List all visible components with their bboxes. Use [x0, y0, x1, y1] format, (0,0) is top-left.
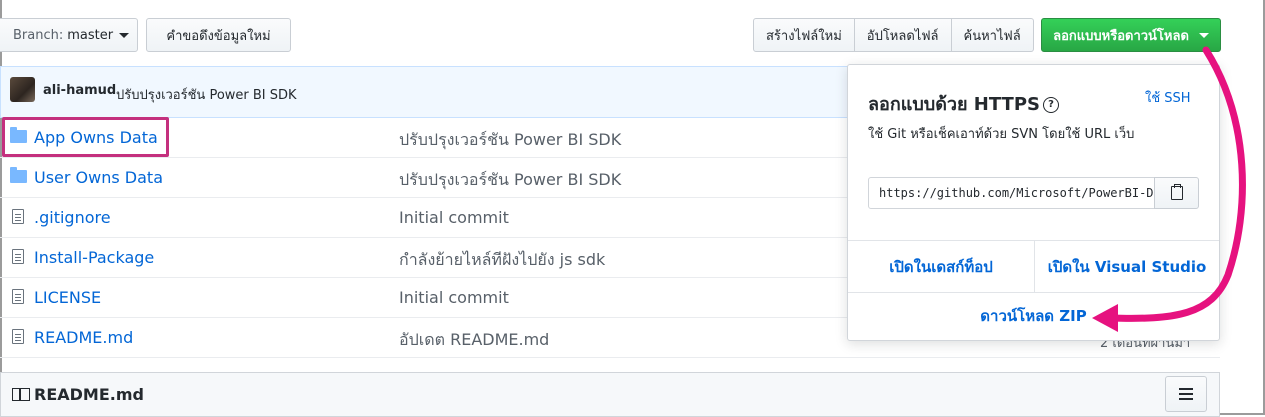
- dropdown-title-text: ลอกแบบด้วย HTTPS: [868, 94, 1040, 115]
- upload-files-button[interactable]: อัปโหลดไฟล์: [854, 18, 952, 52]
- file-commit-message[interactable]: ปรับปรุงเวอร์ชัน Power BI SDK: [399, 128, 621, 153]
- highlight-box: [2, 117, 169, 157]
- file-commit-message[interactable]: อัปเดต README.md: [399, 328, 549, 353]
- readme-menu-button[interactable]: [1165, 376, 1207, 412]
- file-type-icon: [10, 249, 24, 265]
- file-type-icon: [10, 289, 24, 305]
- open-options: เปิดในเดสก์ท็อป เปิดใน Visual Studio: [848, 240, 1219, 293]
- hamburger-line: [1179, 393, 1193, 395]
- clone-dropdown: ลอกแบบด้วย HTTPS? ใช้ SSH ใช้ Git หรือเช…: [847, 64, 1220, 341]
- hamburger-line: [1179, 398, 1193, 400]
- file-commit-message[interactable]: กำลังย้ายไหล์ทีฝังไปยัง js sdk: [399, 248, 605, 273]
- file-name-link[interactable]: User Owns Data: [34, 168, 163, 187]
- file-type-icon: [10, 329, 24, 345]
- file-name-link[interactable]: README.md: [34, 328, 133, 347]
- create-file-button[interactable]: สร้างไฟล์ใหม่: [753, 18, 855, 52]
- file-commit-message[interactable]: Initial commit: [399, 288, 509, 307]
- use-ssh-link[interactable]: ใช้ SSH: [1145, 87, 1191, 108]
- clone-download-button[interactable]: ลอกแบบหรือดาวน์โหลด: [1041, 18, 1221, 52]
- file-type-icon: [10, 167, 27, 183]
- caret-down-icon: [1198, 32, 1209, 38]
- commit-author[interactable]: ali-hamud: [43, 83, 116, 98]
- hamburger-line: [1179, 388, 1193, 390]
- file-actions-group: สร้างไฟล์ใหม่ อัปโหลดไฟล์ ค้นหาไฟล์: [753, 18, 1034, 52]
- file-icon: [12, 209, 24, 224]
- file-name-link[interactable]: .gitignore: [34, 208, 111, 227]
- file-icon: [12, 249, 24, 264]
- branch-selector[interactable]: Branch: master: [0, 18, 138, 52]
- open-vs-prefix: เปิดใน: [1047, 257, 1095, 276]
- dropdown-title: ลอกแบบด้วย HTTPS?: [868, 89, 1059, 118]
- open-desktop-button[interactable]: เปิดในเดสก์ท็อป: [848, 241, 1035, 292]
- folder-icon: [10, 167, 27, 183]
- file-commit-message[interactable]: ปรับปรุงเวอร์ชัน Power BI SDK: [399, 168, 621, 193]
- clone-download-label: ลอกแบบหรือดาวน์โหลด: [1053, 28, 1189, 44]
- caret-down-icon: [119, 32, 130, 38]
- open-visual-studio-button[interactable]: เปิดใน Visual Studio: [1035, 241, 1219, 292]
- clipboard-icon: [1170, 184, 1183, 200]
- download-zip-button[interactable]: ดาวน์โหลด ZIP: [848, 292, 1219, 340]
- file-type-icon: [10, 209, 24, 225]
- readme-header: [0, 372, 1220, 417]
- file-name-link[interactable]: LICENSE: [34, 288, 101, 307]
- branch-value: master: [67, 27, 114, 43]
- clone-url-input[interactable]: https://github.com/Microsoft/PowerBI-Dev…: [868, 177, 1155, 209]
- book-icon: [12, 388, 30, 401]
- file-commit-message[interactable]: Initial commit: [399, 208, 509, 227]
- file-icon: [12, 329, 24, 344]
- file-name-link[interactable]: Install-Package: [34, 248, 154, 267]
- file-icon: [12, 289, 24, 304]
- commit-message[interactable]: ปรับปรุงเวอร์ชัน Power BI SDK: [116, 84, 297, 105]
- new-pull-request-button[interactable]: คำขอดึงข้อมูลใหม่: [146, 18, 291, 52]
- open-vs-name: Visual Studio: [1094, 257, 1207, 276]
- avatar[interactable]: [10, 77, 35, 102]
- question-icon[interactable]: ?: [1043, 97, 1059, 113]
- dropdown-description: ใช้ Git หรือเช็คเอาท์ด้วย SVN โดยใช้ URL…: [868, 127, 1135, 142]
- copy-url-button[interactable]: [1154, 177, 1199, 209]
- branch-label: Branch:: [13, 27, 64, 43]
- find-file-button[interactable]: ค้นหาไฟล์: [951, 18, 1034, 52]
- readme-title: README.md: [34, 385, 144, 404]
